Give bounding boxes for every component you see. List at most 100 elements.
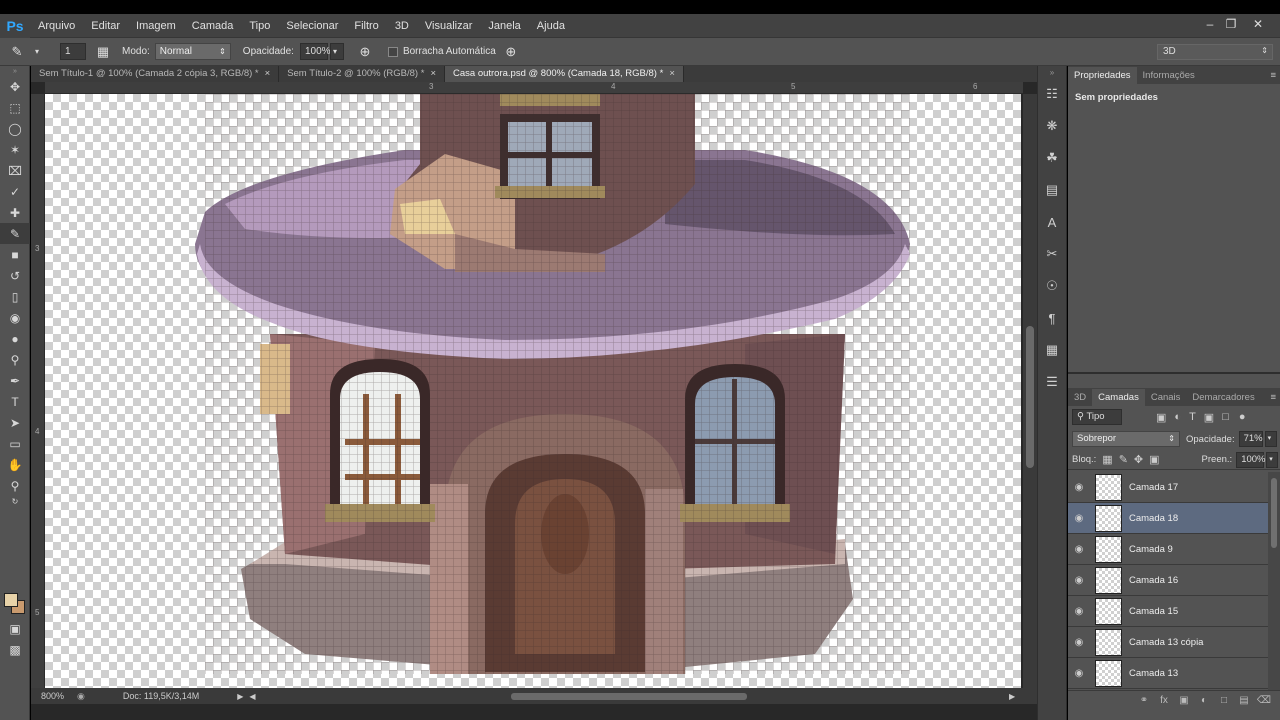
- filter-pixel-icon[interactable]: ▣: [1156, 411, 1166, 424]
- character-icon[interactable]: A: [1038, 206, 1066, 238]
- layer-filter-select[interactable]: ⚲ Tipo: [1072, 409, 1122, 425]
- stamp-tool-icon[interactable]: ■: [0, 244, 30, 265]
- menu-tipo[interactable]: Tipo: [241, 14, 278, 38]
- eye-icon[interactable]: ◉: [1068, 544, 1090, 555]
- tab-canais[interactable]: Canais: [1145, 389, 1187, 406]
- 3d-axis-icon[interactable]: ❋: [1038, 110, 1066, 142]
- menu-visualizar[interactable]: Visualizar: [417, 14, 481, 38]
- close-tab-icon[interactable]: ×: [430, 68, 436, 79]
- adjustments-icon[interactable]: ▤: [1038, 174, 1066, 206]
- eye-icon[interactable]: ◉: [1068, 606, 1090, 617]
- pressure-opacity-icon[interactable]: ⊕: [356, 43, 374, 61]
- foreground-color-swatch[interactable]: [4, 593, 18, 607]
- layer-row-camada-13-copia[interactable]: ◉ Camada 13 cópia: [1068, 627, 1268, 658]
- lock-transparent-icon[interactable]: ▦: [1102, 453, 1112, 466]
- move-tool-icon[interactable]: ✥: [0, 76, 30, 97]
- close-icon[interactable]: ✕: [1247, 14, 1269, 34]
- menu-arquivo[interactable]: Arquivo: [30, 14, 83, 38]
- restore-icon[interactable]: ❐: [1220, 14, 1242, 34]
- tab-3d[interactable]: 3D: [1068, 389, 1092, 406]
- type-tool-icon[interactable]: T: [0, 391, 30, 412]
- dodge-tool-icon[interactable]: ⚲: [0, 349, 30, 370]
- layer-opacity-field[interactable]: 71%: [1238, 431, 1263, 447]
- filter-adjustment-icon[interactable]: ◐: [1174, 411, 1181, 423]
- history-icon[interactable]: ☷: [1038, 78, 1066, 110]
- layer-row-camada-9[interactable]: ◉ Camada 9: [1068, 534, 1268, 565]
- vertical-scroll-thumb[interactable]: [1026, 326, 1034, 468]
- filter-toggle-icon[interactable]: ●: [1239, 411, 1246, 423]
- opacity-field[interactable]: 100%: [299, 43, 331, 60]
- adjustment-layer-icon[interactable]: ◐: [1194, 695, 1214, 706]
- tools-presets-icon[interactable]: ✂: [1038, 238, 1066, 270]
- fill-dropdown-icon[interactable]: ▾: [1266, 451, 1279, 468]
- blur-tool-icon[interactable]: ●: [0, 328, 30, 349]
- eye-icon[interactable]: ◉: [1068, 482, 1090, 493]
- collapse-icon[interactable]: »: [1038, 66, 1066, 78]
- blend-mode-select[interactable]: Sobrepor ⇕: [1072, 431, 1180, 447]
- tab-casa-outrora[interactable]: Casa outrora.psd @ 800% (Camada 18, RGB/…: [445, 66, 684, 82]
- auto-erase-checkbox[interactable]: [387, 46, 398, 57]
- filter-type-icon[interactable]: T: [1189, 411, 1196, 423]
- pencil-tool-preset-icon[interactable]: ✎: [8, 43, 26, 61]
- status-info-icon[interactable]: ◉: [77, 691, 85, 702]
- panel-menu-icon[interactable]: ≡: [1270, 389, 1280, 406]
- paint-bucket-tool-icon[interactable]: ◉: [0, 307, 30, 328]
- eyedropper-tool-icon[interactable]: ✓: [0, 181, 30, 202]
- paragraph-icon[interactable]: ¶: [1038, 302, 1066, 334]
- eye-icon[interactable]: ◉: [1068, 575, 1090, 586]
- menu-camada[interactable]: Camada: [184, 14, 242, 38]
- layer-comps-icon[interactable]: ☰: [1038, 366, 1066, 398]
- new-layer-icon[interactable]: ▤: [1234, 695, 1254, 706]
- tab-sem-titulo-2[interactable]: Sem Título-2 @ 100% (RGB/8) * ×: [279, 66, 445, 82]
- tab-informacoes[interactable]: Informações: [1137, 67, 1201, 84]
- eye-icon[interactable]: ◉: [1068, 637, 1090, 648]
- new-group-icon[interactable]: □: [1214, 695, 1234, 706]
- opacity-dropdown-icon[interactable]: ▾: [1264, 431, 1277, 447]
- filter-smart-object-icon[interactable]: □: [1222, 411, 1229, 423]
- layer-row-camada-18[interactable]: ◉ Camada 18: [1068, 503, 1268, 534]
- minimize-icon[interactable]: –: [1199, 14, 1221, 34]
- quick-selection-tool-icon[interactable]: ✶: [0, 139, 30, 160]
- menu-editar[interactable]: Editar: [83, 14, 128, 38]
- delete-layer-icon[interactable]: ⌫: [1254, 695, 1274, 706]
- panel-menu-icon[interactable]: ≡: [1270, 67, 1280, 84]
- brush-presets-icon[interactable]: ☘: [1038, 142, 1066, 174]
- marquee-tool-icon[interactable]: ⬚: [0, 97, 30, 118]
- menu-ajuda[interactable]: Ajuda: [529, 14, 573, 38]
- collapse-icon[interactable]: »: [0, 66, 30, 76]
- close-tab-icon[interactable]: ×: [669, 68, 675, 79]
- zoom-level[interactable]: 800%: [41, 691, 71, 701]
- eraser-tool-icon[interactable]: ▯: [0, 286, 30, 307]
- lock-all-icon[interactable]: ▣: [1149, 453, 1159, 466]
- tab-sem-titulo-1[interactable]: Sem Título-1 @ 100% (Camada 2 cópia 3, R…: [31, 66, 280, 82]
- layer-row-camada-16[interactable]: ◉ Camada 16: [1068, 565, 1268, 596]
- pencil-tool-icon[interactable]: ✎: [0, 223, 30, 244]
- menu-3d[interactable]: 3D: [387, 14, 417, 38]
- healing-brush-tool-icon[interactable]: ✚: [0, 202, 30, 223]
- layer-row-camada-17[interactable]: ◉ Camada 17: [1068, 472, 1268, 503]
- menu-selecionar[interactable]: Selecionar: [278, 14, 346, 38]
- swap-colors-icon[interactable]: ↻: [0, 496, 30, 506]
- layer-mask-icon[interactable]: ▣: [1174, 695, 1194, 706]
- vertical-scrollbar[interactable]: [1023, 94, 1037, 688]
- pressure-size-icon[interactable]: ⊕: [502, 43, 520, 61]
- menu-imagem[interactable]: Imagem: [128, 14, 184, 38]
- scroll-right-icon[interactable]: ▶: [1009, 692, 1015, 701]
- styles-icon[interactable]: ☉: [1038, 270, 1066, 302]
- chevron-down-icon[interactable]: ▾: [28, 43, 46, 61]
- layer-row-camada-13[interactable]: ◉ Camada 13: [1068, 658, 1268, 689]
- link-layers-icon[interactable]: ⚭: [1134, 695, 1154, 706]
- horizontal-scroll-thumb[interactable]: [511, 693, 747, 700]
- filter-shape-icon[interactable]: ▣: [1204, 411, 1214, 424]
- hand-tool-icon[interactable]: ✋: [0, 454, 30, 475]
- eye-icon[interactable]: ◉: [1068, 513, 1090, 524]
- history-brush-tool-icon[interactable]: ↺: [0, 265, 30, 286]
- menu-janela[interactable]: Janela: [480, 14, 528, 38]
- layer-row-camada-15[interactable]: ◉ Camada 15: [1068, 596, 1268, 627]
- layer-style-icon[interactable]: fx: [1154, 695, 1174, 706]
- crop-tool-icon[interactable]: ⌧: [0, 160, 30, 181]
- close-tab-icon[interactable]: ×: [265, 68, 271, 79]
- menu-filtro[interactable]: Filtro: [346, 14, 386, 38]
- screen-mode-icon[interactable]: ▩: [0, 639, 30, 660]
- lock-image-icon[interactable]: ✎: [1119, 453, 1128, 466]
